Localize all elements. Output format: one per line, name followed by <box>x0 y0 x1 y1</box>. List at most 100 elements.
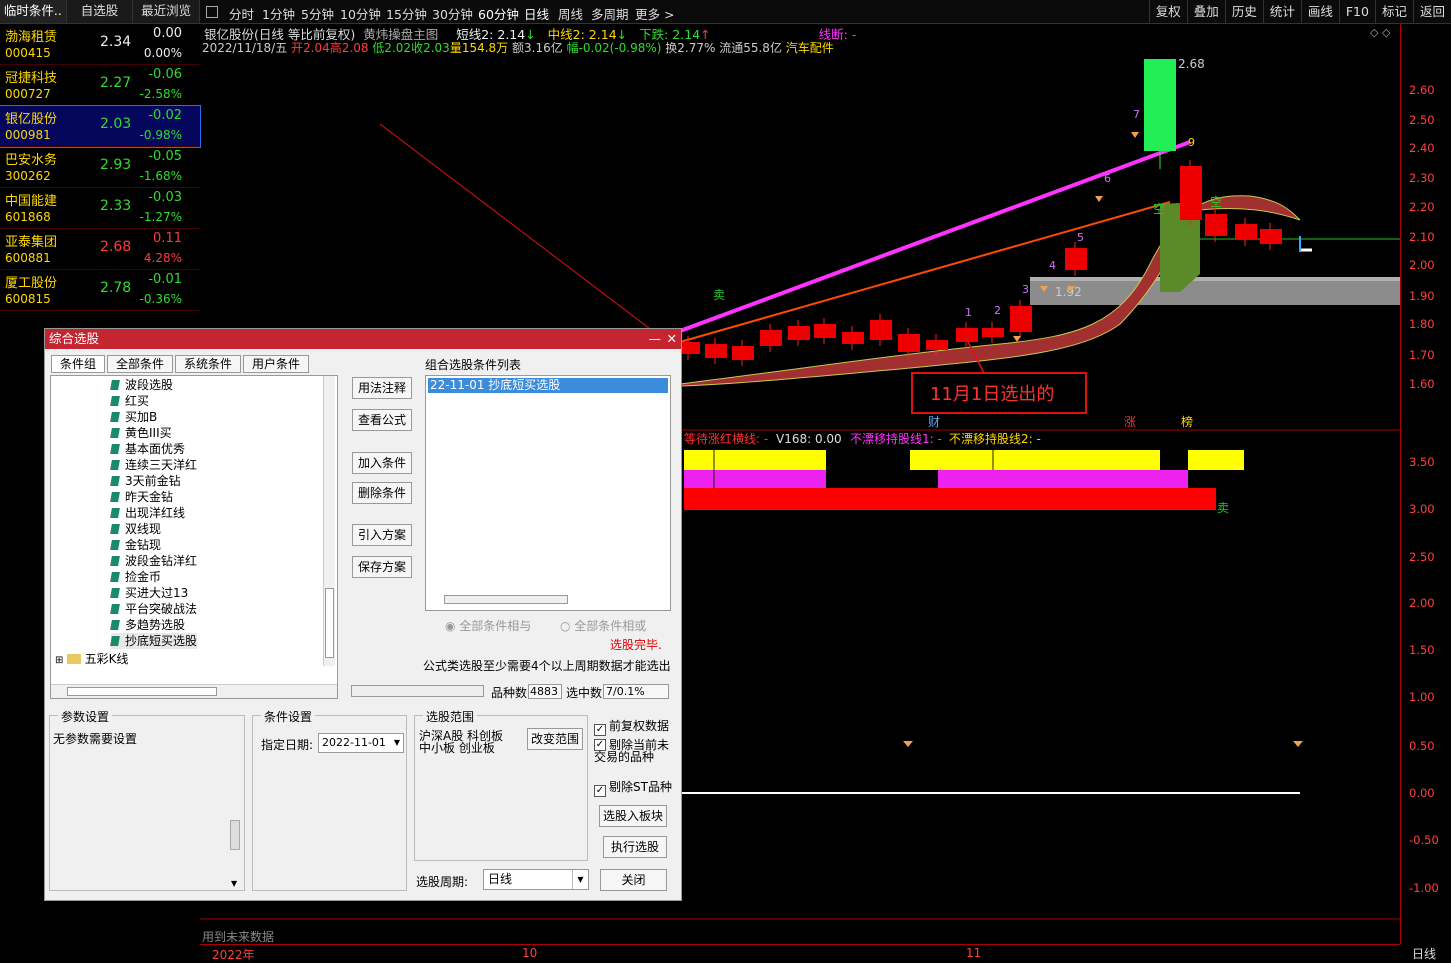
rise-marker[interactable]: 涨 <box>1124 414 1136 429</box>
radio-or-label: 全部条件相或 <box>574 619 647 633</box>
tree-item[interactable]: 波段选股 <box>110 377 197 393</box>
candle <box>926 340 948 350</box>
tool-restore-rights[interactable]: 复权 <box>1148 0 1187 24</box>
condition-tree[interactable]: 波段选股 红买 买加B 黄色III买 基本面优秀 连续三天洋红 3天前金钻 昨天金钻 出现洋红线… <box>50 375 338 699</box>
sub-tick: -1.00 <box>1409 881 1439 895</box>
close-icon[interactable]: ✕ <box>667 329 677 349</box>
period-weekly[interactable]: 周线 <box>558 4 583 23</box>
period-select[interactable]: 日线 ▼ <box>483 869 589 890</box>
save-scheme-button[interactable]: 保存方案 <box>352 556 412 578</box>
list-hscroll[interactable] <box>444 595 568 604</box>
left-tab-bar: 临时条件.. 自选股 最近浏览 <box>0 0 201 24</box>
stock-change-pct: -1.27% <box>139 210 182 224</box>
usage-note-button[interactable]: 用法注释 <box>352 377 412 399</box>
dialog-titlebar[interactable]: 综合选股 — ✕ <box>45 329 681 349</box>
tree-item[interactable]: 基本面优秀 <box>110 441 197 457</box>
import-scheme-button[interactable]: 引入方案 <box>352 524 412 546</box>
tab-all-conditions[interactable]: 全部条件 <box>107 355 174 373</box>
tree-item[interactable]: 平台突破战法 <box>110 601 197 617</box>
tree-item[interactable]: 抄底短买选股 <box>110 633 198 649</box>
period-60min[interactable]: 60分钟 <box>478 4 519 23</box>
tree-item[interactable]: 连续三天洋红 <box>110 457 197 473</box>
add-condition-button[interactable]: 加入条件 <box>352 452 412 474</box>
tree-item[interactable]: 双线现 <box>110 521 197 537</box>
tree-item[interactable]: 红买 <box>110 393 197 409</box>
fin-marker[interactable]: 财 <box>928 415 940 429</box>
tree-vscroll[interactable] <box>323 376 335 666</box>
count-label: 9 <box>1188 136 1195 149</box>
period-1min[interactable]: 1分钟 <box>262 4 295 23</box>
date-picker[interactable]: 2022-11-01 ▼ <box>318 733 404 753</box>
add-to-block-button[interactable]: 选股入板块 <box>599 805 667 827</box>
tool-mark[interactable]: 标记 <box>1374 0 1413 24</box>
stock-screener-dialog: 综合选股 — ✕ 条件组 全部条件 系统条件 用户条件 波段选股 红买 买加B 黄色I… <box>44 328 682 901</box>
tool-back[interactable]: 返回 <box>1412 0 1451 24</box>
formula-icon <box>110 380 120 390</box>
radio-and[interactable]: ◉ 全部条件相与 <box>445 617 531 634</box>
period-daily[interactable]: 日线 <box>524 4 549 23</box>
checkbox-exclude-untraded[interactable]: ✓ 剔除当前未交易的品种 <box>594 739 678 763</box>
tree-hscroll[interactable] <box>51 684 337 698</box>
stock-row[interactable]: 银亿股份 000981 2.03 -0.02 -0.98% <box>0 105 201 148</box>
stock-row[interactable]: 冠捷科技 000727 2.27 -0.06 -2.58% <box>0 65 200 106</box>
tool-stats[interactable]: 统计 <box>1262 0 1301 24</box>
radio-or[interactable]: ○ 全部条件相或 <box>560 617 646 634</box>
tool-overlay[interactable]: 叠加 <box>1186 0 1225 24</box>
tree-item[interactable]: 3天前金钻 <box>110 473 197 489</box>
stock-price: 2.78 <box>100 280 132 296</box>
tree-item[interactable]: 买加B <box>110 409 197 425</box>
stock-name: 厦工股份 <box>5 276 58 291</box>
stock-change-pct: -0.98% <box>139 128 182 142</box>
minimize-icon[interactable]: — <box>649 329 662 349</box>
change-range-button[interactable]: 改变范围 <box>527 728 583 750</box>
period-tick[interactable]: 分时 <box>229 4 254 23</box>
period-multi[interactable]: 多周期 <box>591 4 629 23</box>
tree-item[interactable]: 波段金钻洋红 <box>110 553 197 569</box>
tab-watchlist[interactable]: 自选股 <box>67 0 134 23</box>
condition-list-item[interactable]: 22-11-01 抄底短买选股 <box>428 378 668 393</box>
stock-row[interactable]: 中国能建 601868 2.33 -0.03 -1.27% <box>0 188 200 229</box>
tool-draw[interactable]: 画线 <box>1300 0 1339 24</box>
tree-item[interactable]: 昨天金钻 <box>110 489 197 505</box>
condition-list[interactable]: 22-11-01 抄底短买选股 <box>425 375 671 611</box>
tool-f10[interactable]: F10 <box>1338 0 1375 24</box>
period-more[interactable]: 更多 > <box>635 4 674 23</box>
nov-label: 11 <box>966 946 982 960</box>
close-button[interactable]: 关闭 <box>600 869 667 891</box>
tree-item[interactable]: 黄色III买 <box>110 425 197 441</box>
tree-item[interactable]: 金钻现 <box>110 537 197 553</box>
tab-temp-condition[interactable]: 临时条件.. <box>0 0 67 23</box>
param-scroll[interactable]: ▼ <box>228 816 242 888</box>
delete-condition-button[interactable]: 删除条件 <box>352 482 412 504</box>
checkbox-exclude-st[interactable]: ✓ 剔除ST品种 <box>594 778 672 797</box>
tree-item[interactable]: 多趋势选股 <box>110 617 197 633</box>
tab-system-conditions[interactable]: 系统条件 <box>175 355 242 373</box>
tree-item-label: 黄色III买 <box>125 426 172 440</box>
view-formula-button[interactable]: 查看公式 <box>352 409 412 431</box>
period-10min[interactable]: 10分钟 <box>340 4 381 23</box>
tree-folder[interactable]: ⊞ 五彩K线 <box>55 651 128 667</box>
stock-row[interactable]: 亚泰集团 600881 2.68 0.11 4.28% <box>0 229 200 270</box>
stock-row[interactable]: 厦工股份 600815 2.78 -0.01 -0.36% <box>0 270 200 311</box>
rank-marker[interactable]: 榜 <box>1181 414 1193 429</box>
tab-recent[interactable]: 最近浏览 <box>133 0 201 23</box>
price-tick: 1.80 <box>1409 317 1435 331</box>
stock-code: 600815 <box>5 292 51 306</box>
tab-condition-group[interactable]: 条件组 <box>51 355 106 373</box>
chevron-down-icon[interactable]: ▼ <box>394 734 400 752</box>
tree-item[interactable]: 出现洋红线 <box>110 505 197 521</box>
period-30min[interactable]: 30分钟 <box>432 4 473 23</box>
chevron-down-icon[interactable]: ▼ <box>572 870 588 889</box>
tool-history[interactable]: 历史 <box>1224 0 1263 24</box>
tree-item[interactable]: 捡金币 <box>110 569 197 585</box>
tree-item[interactable]: 买进大过13 <box>110 585 197 601</box>
run-screening-button[interactable]: 执行选股 <box>603 836 667 858</box>
panel-toggle-icon[interactable] <box>206 6 218 18</box>
period-15min[interactable]: 15分钟 <box>386 4 427 23</box>
tab-user-conditions[interactable]: 用户条件 <box>243 355 310 373</box>
period-5min[interactable]: 5分钟 <box>301 4 334 23</box>
stock-row[interactable]: 巴安水务 300262 2.93 -0.05 -1.68% <box>0 147 200 188</box>
stock-row[interactable]: 渤海租赁 000415 2.34 0.00 0.00% <box>0 24 200 65</box>
checkbox-forward-adjust[interactable]: ✓ 前复权数据 <box>594 717 669 736</box>
formula-icon <box>110 524 120 534</box>
